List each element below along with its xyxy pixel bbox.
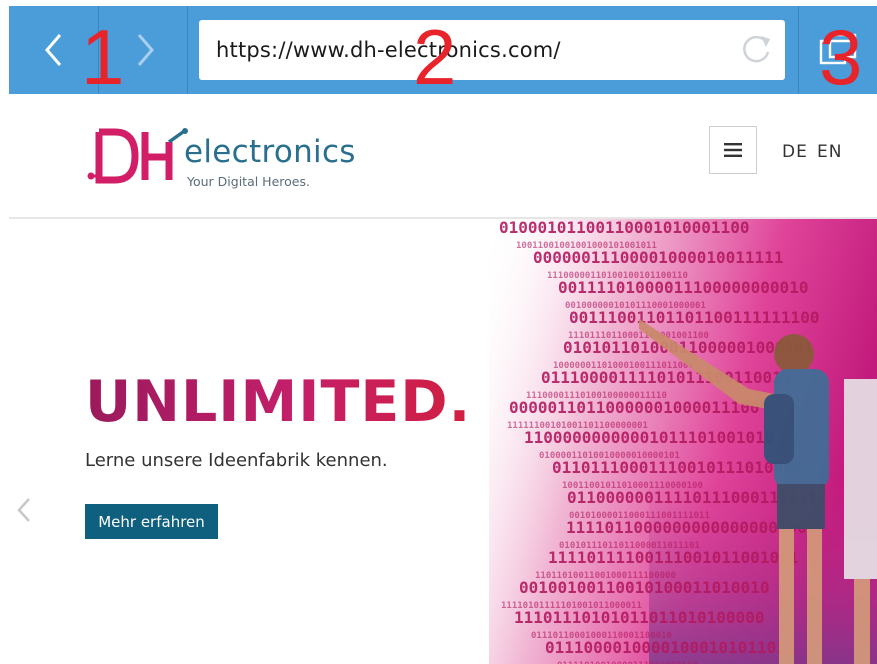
logo-tagline: Your Digital Heroes. xyxy=(187,174,310,189)
hero-image: 0100010110011000101000110010011001001001… xyxy=(489,219,877,664)
dh-logo-mark-icon xyxy=(87,128,188,184)
chevron-left-icon xyxy=(17,498,30,522)
toolbar-separator xyxy=(187,6,188,94)
browser-toolbar: https://www.dh-electronics.com/ 1 2 3 xyxy=(9,6,877,101)
annotation-marker-2: 2 xyxy=(413,13,457,101)
binary-texture: 01101110001110010111010000 xyxy=(552,458,802,477)
binary-texture: 00000110110000001000011100 xyxy=(509,398,759,417)
menu-button[interactable] xyxy=(709,126,757,174)
url-text[interactable]: https://www.dh-electronics.com/ xyxy=(216,20,561,80)
back-button[interactable] xyxy=(33,22,77,78)
hero-slider: 01000101100110001010001100 10011001001001… xyxy=(9,219,877,664)
learn-more-button[interactable]: Mehr erfahren xyxy=(85,504,218,539)
hero-subtitle: Lerne unsere Ideenfabrik kennen. xyxy=(85,450,388,471)
toolbar-separator xyxy=(798,6,799,94)
binary-texture: 11101110101011011010100000 xyxy=(514,608,764,627)
binary-texture: 11110111100111001011001001 xyxy=(548,548,798,567)
binary-texture: 00111001101101100111111100 xyxy=(569,308,819,327)
annotation-marker-3: 3 xyxy=(819,13,863,101)
language-de[interactable]: DE xyxy=(782,142,808,162)
binary-texture: 01110000100001000101011011 xyxy=(545,638,795,657)
site-header: electronics Your Digital Heroes. DE EN xyxy=(9,94,877,219)
reload-icon xyxy=(743,35,770,63)
hero-title: UNLIMITED. xyxy=(85,369,472,435)
slider-prev-button[interactable] xyxy=(13,493,35,527)
logo-wordmark: electronics xyxy=(184,134,356,170)
hamburger-menu-icon xyxy=(724,143,742,157)
forward-button[interactable] xyxy=(122,22,166,78)
language-en[interactable]: EN xyxy=(817,142,842,162)
chevron-right-icon xyxy=(137,34,154,66)
binary-texture: 01000101100110001010001100 xyxy=(499,219,749,237)
reload-button[interactable] xyxy=(739,33,773,67)
annotation-marker-1: 1 xyxy=(81,13,125,101)
chevron-left-icon xyxy=(45,34,62,66)
dh-electronics-logo[interactable]: electronics Your Digital Heroes. xyxy=(79,124,369,194)
binary-texture: 01110000111101011100110011 xyxy=(541,368,791,387)
binary-texture: 00100100110010100011010010 xyxy=(519,578,769,597)
binary-texture: 00000011100001000010011111 xyxy=(533,248,783,267)
address-bar[interactable]: https://www.dh-electronics.com/ xyxy=(199,20,785,80)
binary-texture: 11000000000001011101001010 xyxy=(524,428,774,447)
binary-texture: 00111101000011100000000010 xyxy=(558,278,808,297)
